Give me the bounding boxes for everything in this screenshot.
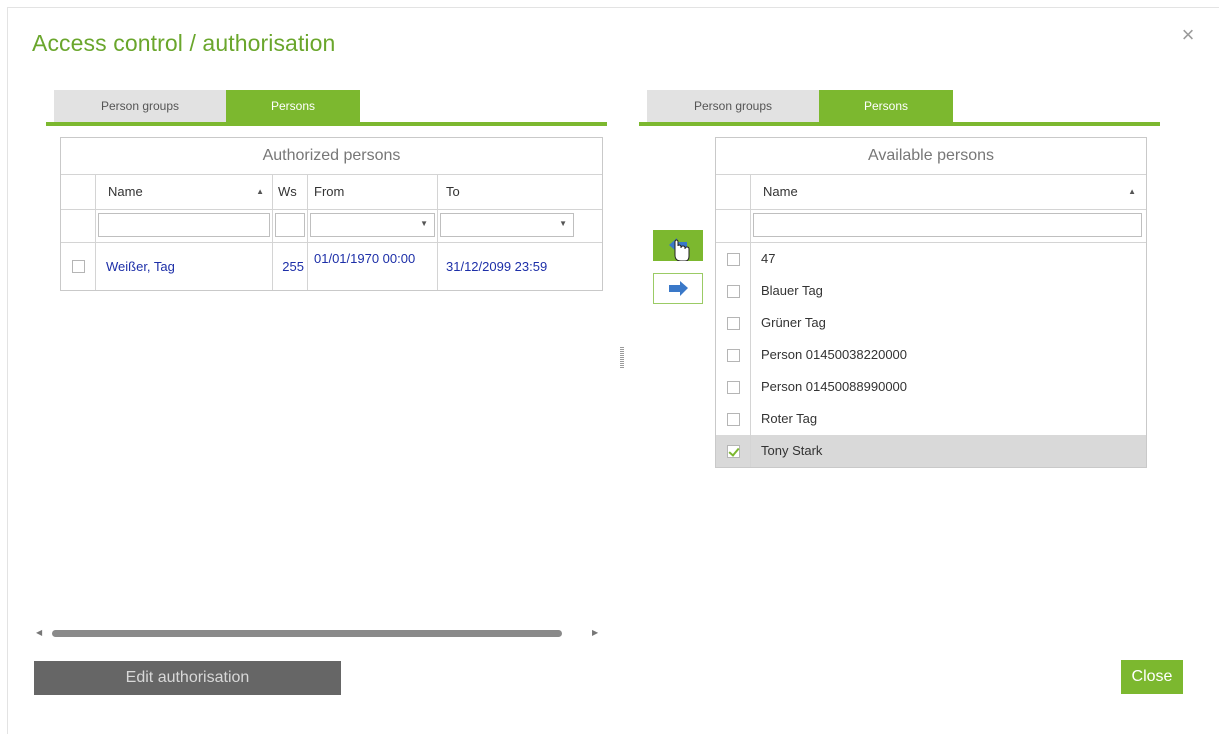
remove-from-authorized-button[interactable] [653, 273, 703, 304]
row-select-cell [716, 435, 751, 467]
horizontal-scrollbar[interactable]: ◀ ▶ [34, 627, 604, 639]
authorized-persons-caption: Authorized persons [61, 138, 602, 175]
name-column-header[interactable]: Name ▲ [96, 175, 273, 209]
person-name-cell: Person 01450038220000 [761, 347, 908, 362]
person-name-cell[interactable]: Weißer, Tag [96, 243, 273, 290]
name-filter-cell [751, 210, 1144, 242]
name-filter-input[interactable] [98, 213, 270, 237]
right-tabbar: Person groups Persons [639, 90, 1160, 126]
list-item[interactable]: 47 [716, 243, 1146, 275]
to-filter-cell: ▼ [438, 210, 576, 242]
to-filter-dropdown[interactable]: ▼ [440, 213, 574, 237]
list-item-selected[interactable]: Tony Stark [716, 435, 1146, 467]
from-filter-cell: ▼ [308, 210, 438, 242]
from-cell: 01/01/1970 00:00 [308, 243, 438, 290]
arrow-right-icon [669, 281, 688, 296]
person-name-cell: Person 01450088990000 [761, 379, 908, 394]
person-name-cell: 47 [761, 251, 776, 266]
authorized-filter-row: ▼ ▼ [61, 210, 602, 243]
close-icon[interactable]: × [1177, 24, 1199, 46]
person-name-cell: Blauer Tag [761, 283, 823, 298]
scroll-right-icon[interactable]: ▶ [592, 627, 598, 639]
row-select-cell [716, 339, 751, 371]
row-select-cell [61, 243, 96, 290]
name-column-label: Name [108, 184, 143, 199]
select-column-header [61, 175, 96, 209]
list-item[interactable]: Roter Tag [716, 403, 1146, 435]
row-select-cell [716, 307, 751, 339]
row-checkbox[interactable] [71, 260, 85, 273]
person-name-cell: Tony Stark [761, 443, 823, 458]
ws-column-header[interactable]: Ws [273, 175, 308, 209]
available-header-row: Name ▲ [716, 175, 1146, 210]
authorized-header-row: Name ▲ Ws From To [61, 175, 602, 210]
row-select-cell [716, 243, 751, 275]
filter-spacer [61, 210, 96, 242]
select-column-header [716, 175, 751, 209]
sort-ascending-icon[interactable]: ▲ [256, 175, 264, 209]
row-select-cell [716, 371, 751, 403]
list-item[interactable]: Person 01450038220000 [716, 339, 1146, 371]
tab-persons-right[interactable]: Persons [819, 90, 953, 122]
ws-cell: 255 [273, 243, 308, 290]
name-column-header[interactable]: Name ▲ [751, 175, 1144, 209]
edit-authorisation-button[interactable]: Edit authorisation [34, 661, 341, 695]
chevron-down-icon: ▼ [420, 219, 428, 228]
tab-persons-left[interactable]: Persons [226, 90, 360, 122]
chevron-down-icon: ▼ [559, 219, 567, 228]
filter-spacer [716, 210, 751, 242]
tab-person-groups-right[interactable]: Person groups [647, 90, 819, 122]
from-column-header[interactable]: From [308, 175, 438, 209]
ws-filter-input[interactable] [275, 213, 305, 237]
add-to-authorized-button[interactable] [653, 230, 703, 262]
from-filter-dropdown[interactable]: ▼ [310, 213, 435, 237]
row-checkbox[interactable] [726, 348, 740, 362]
person-name-cell: Grüner Tag [761, 315, 826, 330]
name-filter-input[interactable] [753, 213, 1142, 237]
sort-ascending-icon[interactable]: ▲ [1128, 175, 1136, 209]
arrow-left-icon [669, 238, 690, 262]
row-checkbox-checked[interactable] [726, 444, 740, 458]
to-cell: 31/12/2099 23:59 [446, 259, 548, 274]
name-column-label: Name [763, 184, 798, 199]
list-item[interactable]: Blauer Tag [716, 275, 1146, 307]
dialog-title: Access control / authorisation [32, 30, 336, 56]
splitter-handle[interactable] [620, 347, 624, 368]
scroll-left-icon[interactable]: ◀ [36, 627, 42, 639]
name-filter-cell [96, 210, 273, 242]
tab-person-groups-left[interactable]: Person groups [54, 90, 226, 122]
row-select-cell [716, 403, 751, 435]
person-name-cell: Roter Tag [761, 411, 818, 426]
available-persons-grid: Available persons Name ▲ 47 Blauer Tag G… [715, 137, 1147, 468]
list-item[interactable]: Person 01450088990000 [716, 371, 1146, 403]
row-checkbox[interactable] [726, 252, 740, 266]
scrollbar-thumb[interactable] [52, 630, 562, 637]
to-column-header[interactable]: To [438, 175, 576, 209]
ws-filter-cell [273, 210, 308, 242]
table-row[interactable]: Weißer, Tag 255 01/01/1970 00:00 31/12/2… [61, 243, 602, 290]
row-checkbox[interactable] [726, 316, 740, 330]
authorized-persons-grid: Authorized persons Name ▲ Ws From To ▼ ▼… [60, 137, 603, 291]
available-filter-row [716, 210, 1146, 243]
row-checkbox[interactable] [726, 380, 740, 394]
row-select-cell [716, 275, 751, 307]
left-tabbar: Person groups Persons [46, 90, 607, 126]
row-checkbox[interactable] [726, 412, 740, 426]
close-button[interactable]: Close [1121, 660, 1183, 694]
list-item[interactable]: Grüner Tag [716, 307, 1146, 339]
available-persons-caption: Available persons [716, 138, 1146, 175]
row-checkbox[interactable] [726, 284, 740, 298]
